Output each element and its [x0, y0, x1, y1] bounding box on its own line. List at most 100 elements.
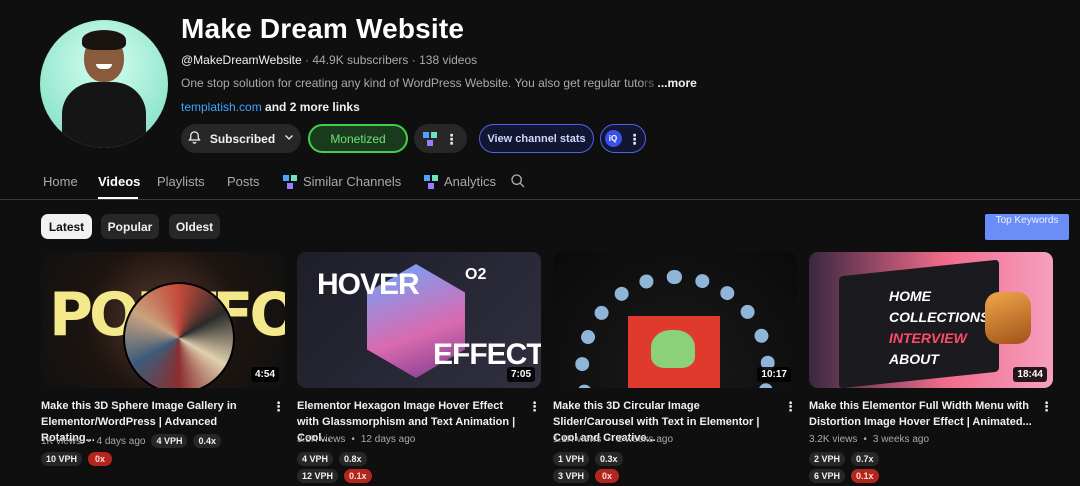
video-stats: 3.5K views • 12 days ago — [297, 434, 416, 445]
subscriber-count: 44.9K subscribers — [312, 53, 409, 67]
vidiq-logo-icon — [424, 174, 438, 189]
avatar-body — [62, 82, 146, 148]
video-thumbnail[interactable]: HOVER EFFECT O2 7:05 — [297, 252, 541, 388]
channel-tabs: Home Videos Playlists Posts Similar Chan… — [0, 163, 1080, 200]
active-tab-indicator — [98, 197, 138, 199]
vph-badge: 4 VPH — [297, 452, 334, 466]
channel-handle: @MakeDreamWebsite — [181, 53, 302, 67]
ratio-badge: 0.8x — [339, 452, 367, 466]
upload-age: 4 days ago — [96, 435, 146, 447]
subscribed-button[interactable]: Subscribed — [181, 124, 301, 153]
avatar-hair — [82, 30, 126, 50]
vph-badge: 12 VPH — [297, 469, 339, 483]
vph-badge: 6 VPH — [809, 469, 846, 483]
monetized-badge[interactable]: Monetized — [308, 124, 408, 153]
thumbnail-menu-item: ABOUT — [889, 351, 939, 367]
video-badges: 4 VPH 0.8x — [297, 452, 367, 466]
more-vert-icon[interactable]: ⋮ — [784, 399, 797, 415]
tab-videos[interactable]: Videos — [98, 174, 140, 189]
more-vert-icon[interactable]: ⋮ — [1040, 399, 1053, 415]
more-links-link[interactable]: and 2 more links — [265, 100, 360, 114]
bell-icon — [187, 130, 202, 148]
filter-latest[interactable]: Latest — [41, 214, 92, 239]
thumbnail-menu-item: COLLECTIONS — [889, 309, 990, 325]
video-badges: 12 VPH 0.1x — [297, 469, 372, 483]
chevron-down-icon — [283, 131, 295, 146]
view-count: 3.5K views — [297, 434, 346, 445]
thumbnail-text: O2 — [465, 266, 487, 283]
subscribed-label: Subscribed — [209, 131, 276, 146]
video-badges: 6 VPH 0.1x — [809, 469, 879, 483]
ratio-badge: 0.4x — [193, 434, 222, 448]
filter-popular[interactable]: Popular — [101, 214, 159, 239]
video-stats: 3.2K views • 3 weeks ago — [809, 434, 930, 445]
view-count: 1.1K views — [553, 434, 602, 445]
video-duration: 10:17 — [757, 367, 791, 382]
filter-oldest[interactable]: Oldest — [169, 214, 220, 239]
view-count: 1K views — [41, 435, 82, 447]
more-vert-icon[interactable]: ⋮ — [445, 132, 459, 146]
tab-posts[interactable]: Posts — [227, 174, 260, 189]
vidiq-tools-button[interactable]: ⋮ — [414, 124, 467, 153]
video-thumbnail[interactable]: 10:17 — [553, 252, 797, 388]
ratio-badge: 0x — [595, 469, 620, 483]
video-title[interactable]: Make this Elementor Full Width Menu with… — [809, 398, 1037, 430]
view-channel-stats-button[interactable]: View channel stats — [479, 124, 594, 153]
channel-avatar[interactable] — [40, 20, 168, 148]
tab-home[interactable]: Home — [43, 174, 78, 189]
extension-badge-icon: iQ — [604, 130, 622, 147]
tab-analytics[interactable]: Analytics — [424, 174, 496, 189]
video-thumbnail[interactable]: PORTFOLIO 4:54 — [41, 252, 285, 388]
more-vert-icon[interactable]: ⋮ — [528, 399, 541, 415]
upload-age: 12 days ago — [360, 434, 416, 445]
ratio-badge: 0.1x — [344, 469, 372, 483]
video-card[interactable]: HOME COLLECTIONS INTERVIEW ABOUT 18:44 M… — [809, 252, 1053, 483]
search-icon[interactable] — [510, 173, 526, 189]
tab-similar-channels-label: Similar Channels — [303, 174, 402, 189]
vph-badge: 10 VPH — [41, 452, 83, 466]
more-vert-icon[interactable]: ⋮ — [272, 399, 285, 415]
vidiq-logo-icon — [422, 131, 437, 146]
thumbnail-menu-item: HOME — [889, 288, 931, 304]
ratio-badge: 0.1x — [851, 469, 879, 483]
video-duration: 4:54 — [250, 367, 279, 382]
video-badges: 3 VPH 0x — [553, 469, 620, 483]
description-text: One stop solution for creating any kind … — [181, 76, 645, 90]
ratio-badge: 0x — [88, 452, 113, 466]
thumbnail-sphere — [123, 282, 235, 388]
vidiq-logo-icon — [283, 174, 297, 189]
top-keywords-button[interactable]: Top Keywords — [985, 214, 1069, 240]
video-duration: 18:44 — [1013, 367, 1047, 382]
tab-analytics-label: Analytics — [444, 174, 497, 189]
thumbnail-bottle — [985, 292, 1031, 344]
ratio-badge: 0.3x — [595, 452, 623, 466]
vph-badge: 1 VPH — [553, 452, 590, 466]
video-badges: 1 VPH 0.3x — [553, 452, 623, 466]
tab-playlists[interactable]: Playlists — [157, 174, 205, 189]
more-link[interactable]: ...more — [658, 76, 697, 90]
thumbnail-menu-item: INTERVIEW — [889, 330, 967, 346]
extension-menu-button[interactable]: iQ ⋮ — [600, 124, 646, 153]
video-duration: 7:05 — [506, 367, 535, 382]
upload-age: 2 weeks ago — [616, 434, 674, 445]
video-card[interactable]: HOVER EFFECT O2 7:05 Elementor Hexagon I… — [297, 252, 541, 483]
video-thumbnail[interactable]: HOME COLLECTIONS INTERVIEW ABOUT 18:44 — [809, 252, 1053, 388]
channel-links: templatish.com and 2 more links — [181, 100, 360, 114]
channel-website-link[interactable]: templatish.com — [181, 100, 262, 114]
view-count: 3.2K views — [809, 434, 858, 445]
thumbnail-text: HOVER — [317, 268, 420, 301]
video-stats: 1.1K views • 2 weeks ago — [553, 434, 674, 445]
upload-age: 3 weeks ago — [872, 434, 930, 445]
vph-badge: 2 VPH — [809, 452, 846, 466]
thumbnail-menu-text: HOME COLLECTIONS INTERVIEW ABOUT — [889, 286, 989, 370]
thumbnail-dinosaur — [651, 330, 695, 368]
video-stats: 1K views • 4 days ago 4 VPH 0.4x — [41, 434, 222, 448]
channel-name: Make Dream Website — [181, 13, 465, 44]
video-card[interactable]: PORTFOLIO 4:54 Make this 3D Sphere Image… — [41, 252, 285, 466]
more-vert-icon[interactable]: ⋮ — [628, 132, 642, 146]
channel-description[interactable]: One stop solution for creating any kind … — [181, 76, 697, 90]
video-card[interactable]: 10:17 Make this 3D Circular Image Slider… — [553, 252, 797, 483]
tab-similar-channels[interactable]: Similar Channels — [283, 174, 401, 189]
channel-meta: @MakeDreamWebsite · 44.9K subscribers · … — [181, 53, 478, 67]
vph-badge: 3 VPH — [553, 469, 590, 483]
